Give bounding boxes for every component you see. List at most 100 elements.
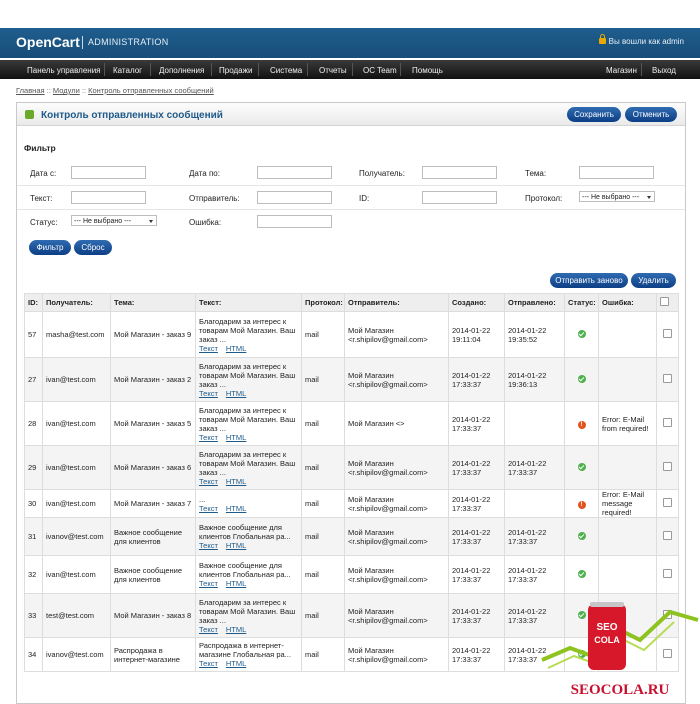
html-link[interactable]: HTML [226, 504, 246, 513]
delete-button[interactable]: Удалить [631, 273, 676, 288]
recipient-input[interactable] [422, 166, 497, 179]
text-link[interactable]: Текст [199, 625, 218, 634]
menu-extensions[interactable]: Дополнения [159, 66, 204, 75]
text-input[interactable] [71, 191, 146, 204]
html-link[interactable]: HTML [226, 625, 246, 634]
cell-protocol: mail [301, 357, 345, 402]
cell-status: ! [564, 401, 599, 446]
breadcrumb-home[interactable]: Главная [16, 86, 45, 95]
text-link[interactable]: Текст [199, 659, 218, 668]
cell-subject: Важное сообщение для клиентов [110, 555, 196, 594]
html-link[interactable]: HTML [226, 477, 246, 486]
menu-separator [641, 63, 642, 76]
cell-error [598, 445, 657, 490]
id-input[interactable] [422, 191, 497, 204]
cell-text: Благодарим за интерес к товарам Мой Мага… [195, 401, 302, 446]
filter-title: Фильтр [24, 143, 56, 153]
col-sent[interactable]: Отправлено: [504, 293, 565, 312]
html-link[interactable]: HTML [226, 433, 246, 442]
row-checkbox[interactable] [663, 569, 672, 578]
protocol-label: Протокол: [525, 194, 563, 203]
cell-select [656, 555, 679, 594]
cell-protocol: mail [301, 517, 345, 556]
col-recipient[interactable]: Получатель: [42, 293, 111, 312]
text-link[interactable]: Текст [199, 389, 218, 398]
row-checkbox[interactable] [663, 498, 672, 507]
save-button[interactable]: Сохранить [567, 107, 621, 122]
col-protocol[interactable]: Протокол: [301, 293, 345, 312]
cell-id: 34 [24, 637, 43, 672]
row-checkbox[interactable] [663, 531, 672, 540]
menu-dashboard[interactable]: Панель управления [27, 66, 101, 75]
cell-sender: Мой Магазин <r.shipilov@gmail.com> [344, 637, 449, 672]
cell-created: 2014-01-22 17:33:37 [448, 401, 505, 446]
cell-select [656, 401, 679, 446]
cell-protocol: mail [301, 593, 345, 638]
filter-button[interactable]: Фильтр [29, 240, 71, 255]
row-checkbox[interactable] [663, 329, 672, 338]
cell-sender: Мой Магазин <r.shipilov@gmail.com> [344, 357, 449, 402]
col-text[interactable]: Текст: [195, 293, 302, 312]
text-link[interactable]: Текст [199, 504, 218, 513]
html-link[interactable]: HTML [226, 344, 246, 353]
select-all-checkbox[interactable] [660, 297, 669, 306]
resend-button[interactable]: Отправить заново [550, 273, 628, 288]
col-status[interactable]: Статус: [564, 293, 599, 312]
cell-created: 2014-01-22 17:33:37 [448, 517, 505, 556]
text-link[interactable]: Текст [199, 541, 218, 550]
can-text-cola: COLA [594, 635, 620, 645]
cell-subject: Мой Магазин - заказ 7 [110, 489, 196, 518]
logo[interactable]: OpenCart [16, 34, 80, 50]
html-link[interactable]: HTML [226, 389, 246, 398]
cancel-button[interactable]: Отменить [625, 107, 677, 122]
col-sender[interactable]: Отправитель: [344, 293, 449, 312]
text-link[interactable]: Текст [199, 344, 218, 353]
date-from-input[interactable] [71, 166, 146, 179]
row-checkbox[interactable] [663, 374, 672, 383]
col-error[interactable]: Ошибка: [598, 293, 657, 312]
html-link[interactable]: HTML [226, 541, 246, 550]
menu-oc-team[interactable]: OC Team [363, 66, 397, 75]
text-link[interactable]: Текст [199, 579, 218, 588]
table-row: 57 masha@test.com Мой Магазин - заказ 9 Бла… [24, 311, 679, 358]
sender-input[interactable] [257, 191, 332, 204]
table-header-row: ID: Получатель: Тема: Текст: Протокол: О… [24, 293, 679, 312]
row-checkbox[interactable] [663, 462, 672, 471]
subject-input[interactable] [579, 166, 654, 179]
cell-sender: Мой Магазин <r.shipilov@gmail.com> [344, 593, 449, 638]
cell-text: ... Текст HTML [195, 489, 302, 518]
status-error-icon: ! [577, 500, 586, 509]
cell-id: 27 [24, 357, 43, 402]
menu-logout[interactable]: Выход [652, 66, 676, 75]
status-select[interactable]: --- Не выбрано --- [71, 215, 157, 226]
breadcrumb-current[interactable]: Контроль отправленных сообщений [88, 86, 214, 95]
puzzle-icon [25, 110, 34, 119]
reset-button[interactable]: Сброс [74, 240, 112, 255]
breadcrumb-modules[interactable]: Модули [53, 86, 80, 95]
menu-store[interactable]: Магазин [606, 66, 637, 75]
cell-protocol: mail [301, 637, 345, 672]
col-subject[interactable]: Тема: [110, 293, 196, 312]
menu-separator [352, 63, 353, 76]
date-to-input[interactable] [257, 166, 332, 179]
protocol-select-value: --- Не выбрано --- [582, 194, 640, 201]
menu-help[interactable]: Помощь [412, 66, 443, 75]
col-created[interactable]: Создано: [448, 293, 505, 312]
status-select-value: --- Не выбрано --- [74, 218, 132, 225]
html-link[interactable]: HTML [226, 579, 246, 588]
menu-catalog[interactable]: Каталог [113, 66, 142, 75]
cell-id: 57 [24, 311, 43, 358]
text-link[interactable]: Текст [199, 433, 218, 442]
menu-separator [307, 63, 308, 76]
html-link[interactable]: HTML [226, 659, 246, 668]
menu-system[interactable]: Система [270, 66, 302, 75]
header-bar: OpenCart ADMINISTRATION Вы вошли как adm… [0, 28, 700, 58]
text-link[interactable]: Текст [199, 477, 218, 486]
error-input[interactable] [257, 215, 332, 228]
row-checkbox[interactable] [663, 418, 672, 427]
col-id[interactable]: ID: [24, 293, 43, 312]
menu-reports[interactable]: Отчеты [319, 66, 347, 75]
protocol-select[interactable]: --- Не выбрано --- [579, 191, 655, 202]
cell-sender: Мой Магазин <r.shipilov@gmail.com> [344, 445, 449, 490]
menu-sales[interactable]: Продажи [219, 66, 252, 75]
